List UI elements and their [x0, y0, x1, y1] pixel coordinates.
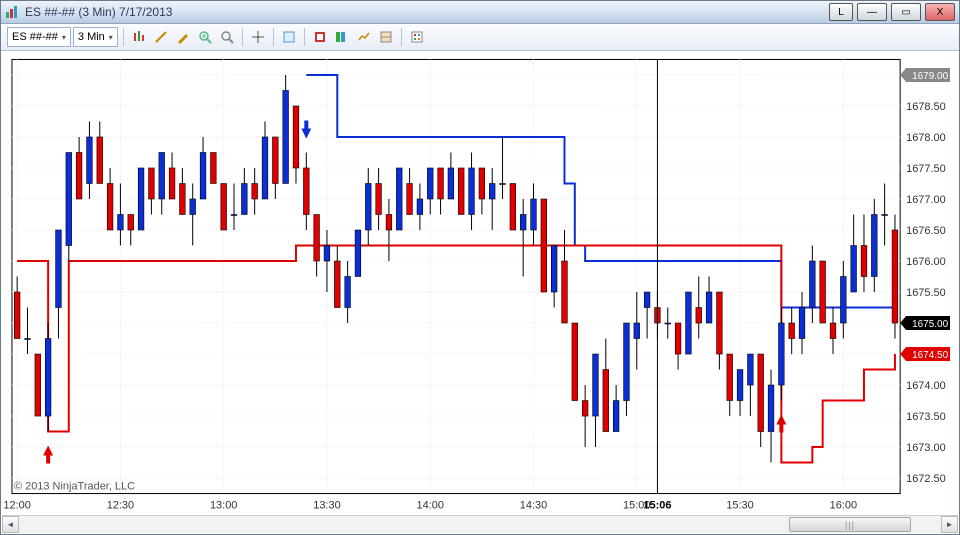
svg-text:1677.00: 1677.00: [906, 194, 946, 206]
symbol-combo[interactable]: ES ##-## ▾: [7, 27, 71, 47]
chart-panel[interactable]: 1672.50 1673.00 1673.50 1674.00 1674.50 1675.…: [2, 51, 958, 514]
svg-text:15:06: 15:06: [643, 500, 671, 512]
svg-text:14:30: 14:30: [520, 500, 547, 512]
toolbar-separator: [304, 28, 305, 46]
scrollbar-track[interactable]: |||: [19, 516, 941, 533]
data-box-button[interactable]: [279, 27, 299, 47]
titlebar[interactable]: ES ##-## (3 Min) 7/17/2013 L — ▭ X: [1, 1, 959, 24]
svg-text:15:30: 15:30: [726, 500, 753, 512]
draw-pencil-button[interactable]: [173, 27, 193, 47]
svg-text:12:30: 12:30: [107, 500, 134, 512]
app-icon: [5, 5, 19, 19]
symbol-combo-label: ES ##-##: [12, 31, 58, 43]
minimize-button[interactable]: —: [857, 3, 887, 21]
svg-text:1679.00: 1679.00: [912, 71, 948, 82]
svg-text:1673.00: 1673.00: [906, 442, 946, 454]
svg-text:16:00: 16:00: [830, 500, 857, 512]
horizontal-scrollbar[interactable]: ◄ ||| ►: [2, 515, 958, 533]
chart-style-button[interactable]: [129, 27, 149, 47]
svg-text:1676.50: 1676.50: [906, 225, 946, 237]
candlestick-chart[interactable]: 1672.50 1673.00 1673.50 1674.00 1674.50 1675.…: [2, 51, 958, 514]
zoom-out-button[interactable]: [217, 27, 237, 47]
svg-text:© 2013 NinjaTrader, LLC: © 2013 NinjaTrader, LLC: [14, 481, 135, 493]
svg-text:13:00: 13:00: [210, 500, 237, 512]
toolbar-separator: [123, 28, 124, 46]
close-button[interactable]: X: [925, 3, 955, 21]
svg-text:1677.50: 1677.50: [906, 163, 946, 175]
svg-text:13:30: 13:30: [313, 500, 340, 512]
toolbar: ES ##-## ▾ 3 Min ▾: [1, 24, 959, 51]
scroll-left-button[interactable]: ◄: [2, 516, 19, 533]
svg-text:14:00: 14:00: [417, 500, 444, 512]
svg-text:1674.00: 1674.00: [906, 380, 946, 392]
toolbar-separator: [242, 28, 243, 46]
toolbar-separator: [273, 28, 274, 46]
svg-text:12:00: 12:00: [3, 500, 30, 512]
svg-text:1675.00: 1675.00: [912, 319, 948, 330]
window-title: ES ##-## (3 Min) 7/17/2013: [25, 5, 829, 19]
toolbar-separator: [401, 28, 402, 46]
dropdown-arrow-icon: ▾: [62, 33, 66, 42]
svg-text:1674.50: 1674.50: [912, 350, 948, 361]
interval-combo[interactable]: 3 Min ▾: [73, 27, 118, 47]
scrollbar-thumb[interactable]: |||: [789, 517, 911, 532]
zoom-in-button[interactable]: [195, 27, 215, 47]
dropdown-arrow-icon: ▾: [109, 33, 113, 42]
chart-trader-button[interactable]: [310, 27, 330, 47]
svg-text:1672.50: 1672.50: [906, 473, 946, 485]
layout-button[interactable]: L: [829, 3, 853, 21]
draw-line-button[interactable]: [151, 27, 171, 47]
svg-text:1675.50: 1675.50: [906, 287, 946, 299]
svg-text:1673.50: 1673.50: [906, 411, 946, 423]
maximize-button[interactable]: ▭: [891, 3, 921, 21]
strategies-button[interactable]: [354, 27, 374, 47]
app-window: ES ##-## (3 Min) 7/17/2013 L — ▭ X ES ##…: [0, 0, 960, 535]
svg-text:1676.00: 1676.00: [906, 256, 946, 268]
indicators-button[interactable]: [332, 27, 352, 47]
crosshair-button[interactable]: [248, 27, 268, 47]
properties-button[interactable]: [407, 27, 427, 47]
interval-combo-label: 3 Min: [78, 31, 105, 43]
scroll-right-button[interactable]: ►: [941, 516, 958, 533]
format-button[interactable]: [376, 27, 396, 47]
svg-text:1678.00: 1678.00: [906, 132, 946, 144]
svg-text:1678.50: 1678.50: [906, 101, 946, 113]
